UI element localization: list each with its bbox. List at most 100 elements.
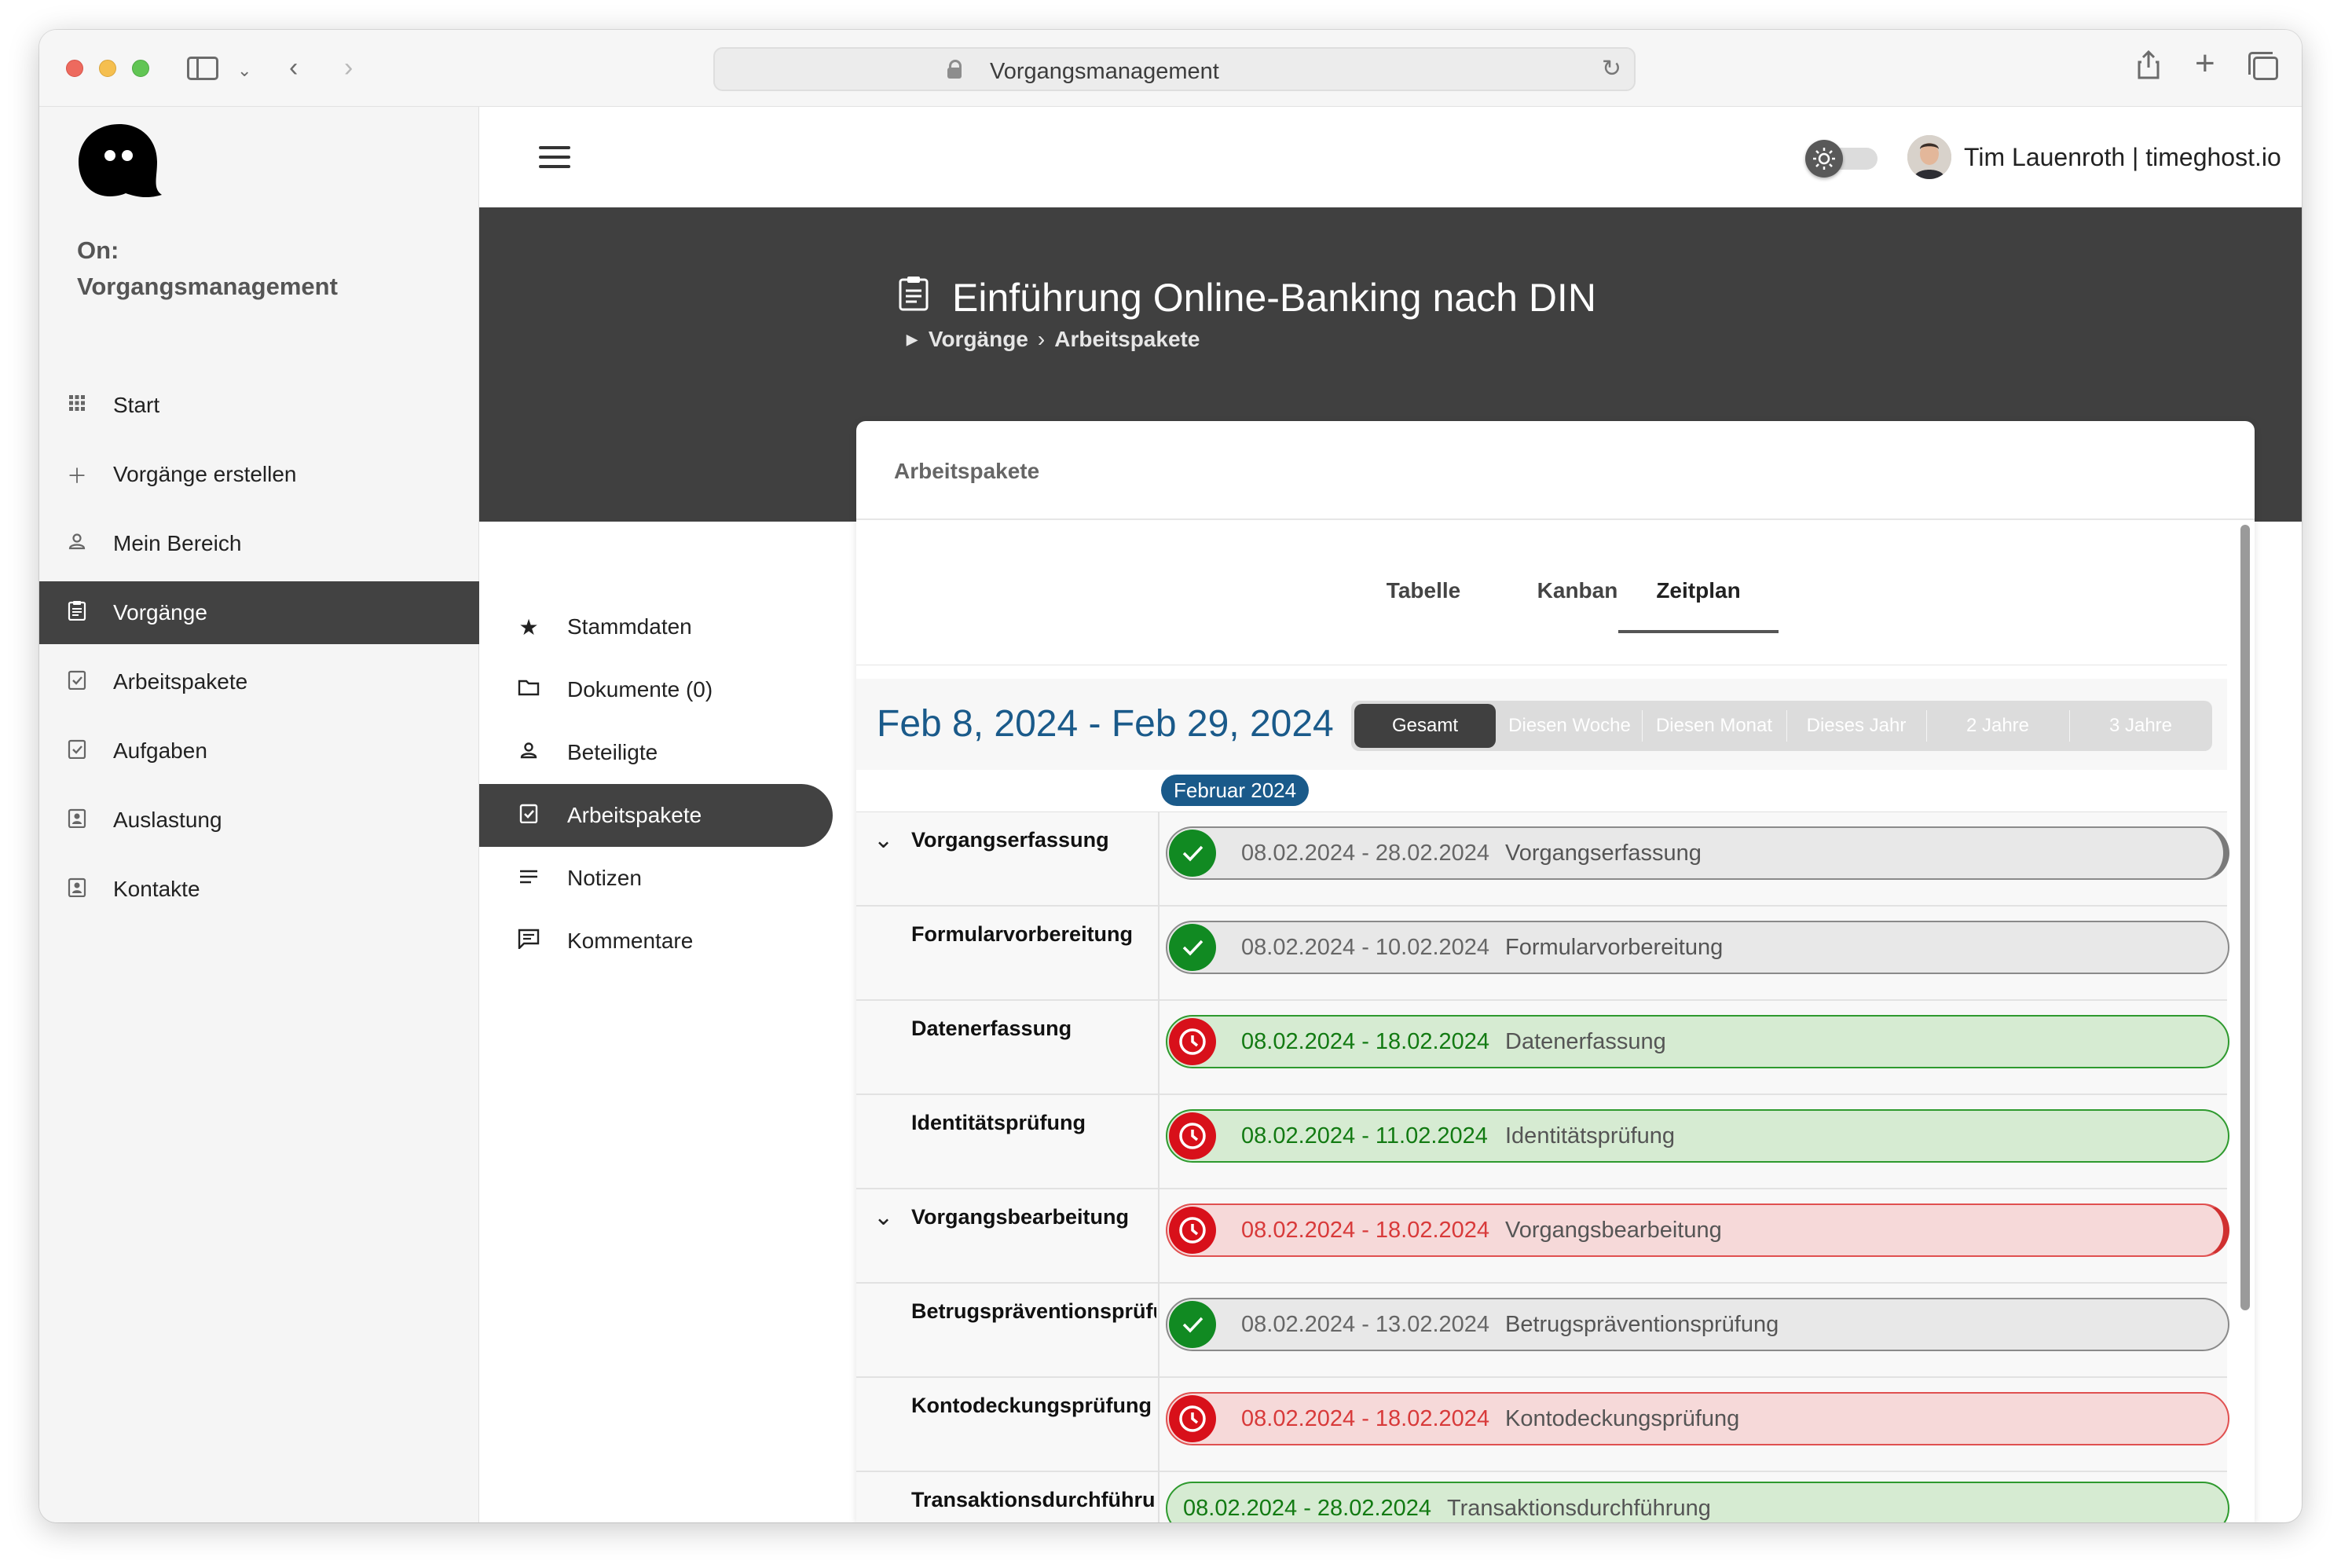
back-icon[interactable]: ‹	[289, 52, 298, 83]
month-header: Februar 2024	[856, 770, 2227, 812]
checkbox-icon	[517, 803, 540, 829]
range-option-3-jahre[interactable]: 3 Jahre	[2069, 701, 2212, 751]
gantt-bar[interactable]: 08.02.2024 - 11.02.2024 Identitätsprüfung	[1166, 1109, 2229, 1163]
forward-icon[interactable]: ›	[344, 52, 353, 83]
subnav-item-notizen[interactable]: Notizen	[479, 847, 833, 910]
avatar[interactable]	[1907, 135, 1951, 179]
gantt-row[interactable]: Transaktionsdurchführun 08.02.2024 - 28.0…	[856, 1472, 2229, 1522]
new-tab-icon[interactable]: +	[2195, 44, 2215, 83]
subnav-item-arbeitspakete[interactable]: Arbeitspakete	[479, 784, 833, 847]
reload-icon[interactable]: ↻	[1602, 55, 1621, 82]
sidebar-item-label: Arbeitspakete	[113, 669, 248, 694]
gantt-bar-name: Vorgangserfassung	[1505, 841, 1702, 866]
range-option-gesamt[interactable]: Gesamt	[1354, 704, 1496, 748]
sidebar-item-label: Aufgaben	[113, 738, 207, 763]
gantt-bar-name: Identitätsprüfung	[1505, 1123, 1676, 1149]
range-option-2-jahre[interactable]: 2 Jahre	[1926, 701, 2069, 751]
lock-icon	[947, 60, 962, 79]
subnav-item-label: Notizen	[567, 866, 642, 890]
content-card: Arbeitspakete Tabelle Kanban Zeitplan Fe…	[856, 421, 2255, 1522]
gantt-row[interactable]: ⌄ Vorgangsbearbeitung 08.02.2024 - 18.02.2…	[856, 1189, 2229, 1284]
gantt-bar[interactable]: 08.02.2024 - 18.02.2024 Kontodeckungsprüf…	[1166, 1392, 2229, 1445]
gantt-bar[interactable]: 08.02.2024 - 18.02.2024 Vorgangsbearbeitu…	[1166, 1203, 2229, 1257]
plus-icon: ＋	[66, 463, 87, 488]
sidebar-item-auslastung[interactable]: Auslastung	[39, 789, 479, 852]
tab-zeitplan[interactable]: Zeitplan	[1618, 578, 1779, 603]
sidebar-item-start[interactable]: Start	[39, 374, 479, 437]
clipboard-icon	[898, 275, 929, 315]
gantt-bar-dates: 08.02.2024 - 18.02.2024	[1241, 1218, 1490, 1243]
gantt-bar-name: Kontodeckungsprüfung	[1505, 1406, 1740, 1431]
sidebar-toggle-icon[interactable]	[187, 57, 218, 80]
gantt-row-label: Betrugspräventionsprüfu	[911, 1299, 1156, 1323]
star-icon: ★	[518, 614, 539, 639]
sidebar-item-label: Mein Bereich	[113, 531, 242, 555]
gantt-bar-dates: 08.02.2024 - 13.02.2024	[1241, 1312, 1490, 1337]
subnav-item-stammdaten[interactable]: ★ Stammdaten	[479, 595, 833, 658]
menu-icon[interactable]	[539, 146, 570, 170]
subnav-item-dokumente[interactable]: Dokumente (0)	[479, 658, 833, 721]
sidebar-item-vorgaenge[interactable]: Vorgänge	[39, 581, 479, 644]
breadcrumb-current: Arbeitspakete	[1054, 327, 1200, 351]
gantt-row[interactable]: Datenerfassung 08.02.2024 - 18.02.2024 Dat…	[856, 1001, 2229, 1095]
subnav-item-label: Beteiligte	[567, 740, 658, 764]
range-selector: Gesamt Diesen Woche Diesen Monat Dieses …	[1351, 701, 2212, 751]
tab-overview-icon[interactable]	[2248, 52, 2278, 80]
gantt-bar[interactable]: 08.02.2024 - 10.02.2024 Formularvorbereit…	[1166, 921, 2229, 974]
minimize-window-button[interactable]	[99, 60, 116, 77]
check-icon	[1169, 830, 1216, 877]
close-window-button[interactable]	[66, 60, 83, 77]
gantt-row[interactable]: Formularvorbereitung 08.02.2024 - 10.02.2…	[856, 907, 2229, 1001]
sidebar-item-kontakte[interactable]: Kontakte	[39, 858, 479, 921]
sidebar-item-vorgaenge-erstellen[interactable]: ＋ Vorgänge erstellen	[39, 443, 479, 506]
gantt-bar-name: Transaktionsdurchführung	[1447, 1496, 1711, 1521]
vertical-scrollbar[interactable]	[2240, 525, 2250, 1310]
gantt-row[interactable]: ⌄ Vorgangserfassung 08.02.2024 - 28.02.202…	[856, 812, 2229, 907]
checkbox-icon	[66, 669, 88, 695]
sidebar-item-arbeitspakete[interactable]: Arbeitspakete	[39, 650, 479, 713]
schedule-toolbar: Feb 8, 2024 - Feb 29, 2024 Gesamt Diesen…	[856, 679, 2227, 770]
range-option-diesen-monat[interactable]: Diesen Monat	[1642, 701, 1786, 751]
sidebar-item-mein-bereich[interactable]: Mein Bereich	[39, 512, 479, 575]
contact-card-icon	[66, 808, 88, 833]
share-icon[interactable]	[2137, 49, 2160, 88]
gantt-bar-dates: 08.02.2024 - 18.02.2024	[1241, 1406, 1490, 1431]
range-option-diesen-woche[interactable]: Diesen Woche	[1497, 701, 1642, 751]
address-bar[interactable]: Vorgangsmanagement ↻	[713, 47, 1636, 91]
subnav-item-beteiligte[interactable]: Beteiligte	[479, 721, 833, 784]
grid-icon	[66, 394, 88, 418]
sidebar: On: Vorgangsmanagement Start ＋ Vorgänge …	[39, 107, 479, 1522]
contact-card-icon	[66, 877, 88, 903]
page-title: Einführung Online-Banking nach DIN	[952, 276, 1596, 320]
chevron-down-icon[interactable]: ⌄	[874, 1203, 893, 1231]
gantt-bar[interactable]: 08.02.2024 - 28.02.2024 Vorgangserfassung	[1166, 826, 2229, 880]
sidebar-item-label: Vorgänge erstellen	[113, 462, 297, 486]
breadcrumb-link-vorgaenge[interactable]: Vorgänge	[929, 327, 1028, 352]
tab-tabelle[interactable]: Tabelle	[1343, 578, 1504, 603]
subnav-item-kommentare[interactable]: Kommentare	[479, 910, 833, 973]
chevron-down-icon[interactable]: ⌄	[874, 826, 893, 854]
gantt-row[interactable]: Kontodeckungsprüfung 08.02.2024 - 18.02.2…	[856, 1378, 2229, 1472]
gantt-bar[interactable]: 08.02.2024 - 13.02.2024 Betrugsprävention…	[1166, 1298, 2229, 1351]
gantt-bar-name: Vorgangsbearbeitung	[1505, 1218, 1722, 1243]
gantt-bar-name: Formularvorbereitung	[1505, 935, 1724, 960]
user-name[interactable]: Tim Lauenroth | timeghost.io	[1964, 143, 2281, 172]
gantt-bar-name: Betrugspräventionsprüfung	[1505, 1312, 1779, 1337]
theme-toggle[interactable]	[1805, 140, 1881, 178]
gantt-bar[interactable]: 08.02.2024 - 28.02.2024 Transaktionsdurch…	[1166, 1482, 2229, 1522]
chevron-down-icon[interactable]: ⌄	[237, 55, 251, 86]
gantt-bar-dates: 08.02.2024 - 28.02.2024	[1241, 841, 1490, 866]
clock-icon	[1169, 1112, 1216, 1160]
gantt-row-label: Datenerfassung	[911, 1017, 1072, 1040]
zoom-window-button[interactable]	[132, 60, 149, 77]
check-icon	[1169, 924, 1216, 971]
range-option-dieses-jahr[interactable]: Dieses Jahr	[1786, 701, 1926, 751]
checkbox-icon	[66, 738, 88, 764]
gantt-row[interactable]: Betrugspräventionsprüfu 08.02.2024 - 13.0…	[856, 1284, 2229, 1378]
clock-icon	[1169, 1395, 1216, 1442]
check-icon	[1169, 1301, 1216, 1348]
sidebar-item-aufgaben[interactable]: Aufgaben	[39, 720, 479, 782]
gantt-row[interactable]: Identitätsprüfung 08.02.2024 - 11.02.2024…	[856, 1095, 2229, 1189]
sidebar-item-label: Start	[113, 393, 160, 417]
gantt-bar[interactable]: 08.02.2024 - 18.02.2024 Datenerfassung	[1166, 1015, 2229, 1068]
